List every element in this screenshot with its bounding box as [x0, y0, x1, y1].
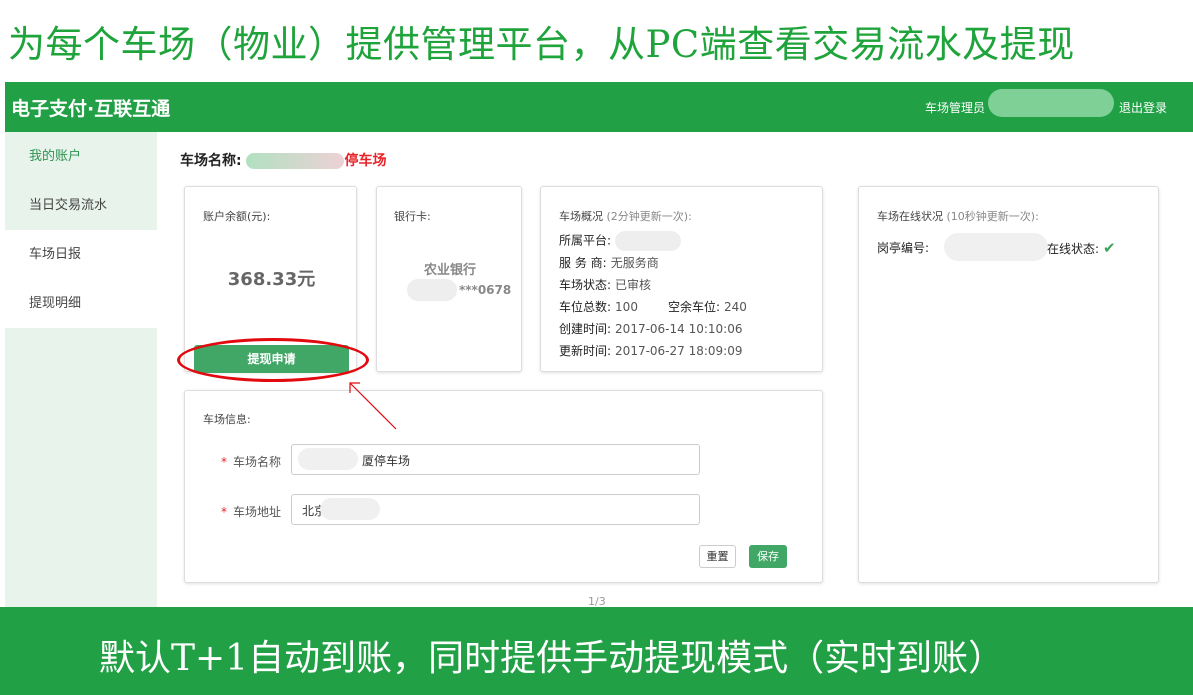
bank-label: 银行卡:: [394, 210, 431, 223]
status-row: 车场状态: 已审核: [559, 278, 652, 292]
provider-row: 服 务 商: 无服务商: [559, 256, 659, 270]
top-caption-text: 为每个车场（物业）提供管理平台，从PC端查看交易流水及提现: [8, 23, 1075, 66]
lot-title: 车场名称: 停车场: [180, 150, 386, 170]
brand-title: 电子支付·互联互通: [11, 98, 171, 120]
redacted-username: [988, 89, 1114, 117]
top-caption: 为每个车场（物业）提供管理平台，从PC端查看交易流水及提现: [0, 0, 1193, 82]
lot-title-label: 车场名称:: [180, 153, 242, 169]
sidebar-item-withdraw-details[interactable]: 提现明细: [5, 279, 157, 328]
lot-title-suffix: 停车场: [344, 153, 387, 169]
sidebar: 我的账户 当日交易流水 车场日报 提现明细: [5, 132, 157, 607]
booth-key: 岗亭编号:: [877, 241, 930, 255]
redacted-card-prefix: [407, 279, 457, 301]
logout-link[interactable]: 退出登录: [1119, 99, 1167, 116]
lot-info-card: 车场信息: * 车场名称 厦停车场 * 车场地址 北京 重置 保存: [184, 390, 823, 583]
card-number: ***0678: [459, 283, 512, 297]
balance-value: 368.33元: [227, 269, 316, 290]
info-label: 车场信息:: [203, 413, 251, 426]
app-window: 电子支付·互联互通 车场管理员 退出登录 我的账户 当日交易流水 车场日报 提现…: [5, 82, 1193, 608]
spaces-row: 车位总数: 100 空余车位: 240: [559, 300, 747, 314]
overview-label: 车场概况 (2分钟更新一次):: [559, 210, 692, 223]
online-status: 在线状态: ✔: [1047, 239, 1116, 257]
updated-row: 更新时间: 2017-06-27 18:09:09: [559, 344, 743, 358]
redacted-platform: [614, 231, 681, 251]
redacted-address: [320, 498, 380, 520]
redacted-lot-name: [246, 153, 345, 169]
created-row: 创建时间: 2017-06-14 10:10:06: [559, 322, 743, 336]
name-field-label: * 车场名称: [221, 455, 282, 469]
user-role-label: 车场管理员: [925, 101, 986, 115]
platform-row: 所属平台:: [559, 231, 681, 251]
online-status-card: 车场在线状况 (10秒钟更新一次): 岗亭编号: 在线状态: ✔: [858, 186, 1159, 583]
bank-name: 农业银行: [423, 263, 476, 278]
main-content: 车场名称: 停车场 账户余额(元): 368.33元 提现申请 银行卡: 农业银…: [157, 132, 1193, 607]
pointer-arrow-icon: [349, 382, 397, 430]
online-label: 车场在线状况 (10秒钟更新一次):: [877, 210, 1039, 223]
sidebar-item-daily-report[interactable]: 车场日报: [5, 230, 157, 279]
sidebar-item-my-account[interactable]: 我的账户: [5, 132, 157, 181]
redacted-booth-id: [944, 233, 1048, 261]
addr-field-label: * 车场地址: [221, 505, 282, 519]
bottom-caption: 默认T+1自动到账，同时提供手动提现模式（实时到账）: [0, 607, 1193, 695]
bank-card-panel: 银行卡: 农业银行 ***0678: [376, 186, 522, 372]
redacted-name-prefix: [298, 448, 358, 470]
top-navbar: 电子支付·互联互通 车场管理员 退出登录: [5, 82, 1193, 132]
check-icon: ✔: [1103, 239, 1116, 257]
balance-label: 账户余额(元):: [203, 210, 271, 223]
save-button[interactable]: 保存: [749, 545, 787, 568]
reset-button[interactable]: 重置: [699, 545, 736, 568]
sidebar-item-daily-transactions[interactable]: 当日交易流水: [5, 181, 157, 230]
highlight-ellipse: [177, 338, 369, 382]
bottom-caption-text: 默认T+1自动到账，同时提供手动提现模式（实时到账）: [99, 638, 1005, 679]
lot-overview-card: 车场概况 (2分钟更新一次): 所属平台: 服 务 商: 无服务商 车场状态: 已审…: [540, 186, 823, 372]
